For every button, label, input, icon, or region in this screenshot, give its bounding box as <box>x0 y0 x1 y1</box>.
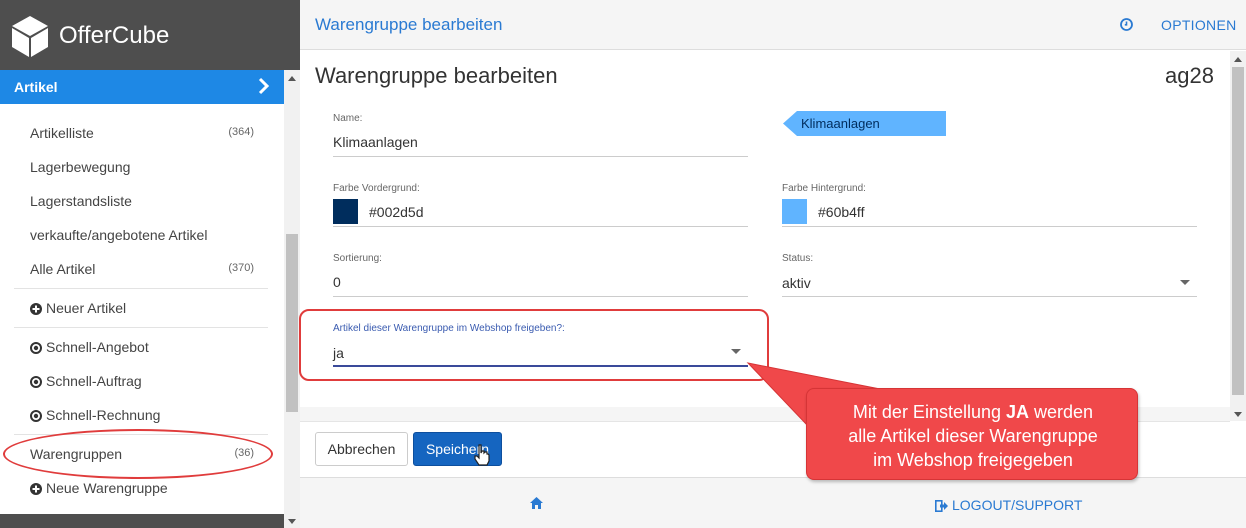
name-field[interactable]: Name: Klimaanlagen <box>333 113 748 158</box>
sort-label: Sortierung: <box>333 253 382 264</box>
sidebar-item-verkaufte-artikel[interactable]: verkaufte/angebotene Artikel <box>30 227 260 247</box>
brand-bar: OfferCube <box>0 0 300 70</box>
callout-line1-post: werden <box>1029 402 1094 422</box>
status-label: Status: <box>782 253 814 264</box>
status-underline <box>782 296 1197 297</box>
sidebar-item-label: Lagerstandsliste <box>30 193 132 209</box>
page-title: Warengruppe bearbeiten <box>315 63 558 88</box>
cube-logo-icon <box>12 16 48 57</box>
sidebar-bottom-bar <box>0 514 284 528</box>
foreground-color-label: Farbe Vordergrund: <box>333 183 420 194</box>
name-input[interactable]: Klimaanlagen <box>333 134 418 150</box>
sidebar-item-count: (364) <box>228 126 254 138</box>
tag-preview: Klimaanlagen <box>783 111 946 136</box>
callout-line3: im Webshop freigegeben <box>873 450 1073 470</box>
sidebar-item-label: Neuer Artikel <box>46 300 127 316</box>
dot-circle-icon <box>30 410 42 422</box>
sidebar-item-neuer-artikel[interactable]: Neuer Artikel <box>30 300 260 320</box>
sort-underline <box>333 296 748 297</box>
scroll-down-arrow-icon[interactable] <box>1234 412 1242 417</box>
sidebar-item-label: Alle Artikel <box>30 261 96 277</box>
main-scrollbar[interactable] <box>1230 51 1246 421</box>
brand-name[interactable]: OfferCube <box>59 22 169 50</box>
sidebar-item-schnell-auftrag[interactable]: Schnell-Auftrag <box>30 373 260 393</box>
status-select[interactable]: aktiv <box>782 275 811 291</box>
group-code: ag28 <box>1165 63 1214 88</box>
sort-field[interactable]: Sortierung: 0 <box>333 253 748 298</box>
sidebar-item-schnell-angebot[interactable]: Schnell-Angebot <box>30 339 260 359</box>
scroll-down-arrow-icon[interactable] <box>288 519 296 524</box>
sidebar-divider <box>14 288 268 289</box>
sidebar-item-alle-artikel[interactable]: Alle Artikel (370) <box>30 261 260 281</box>
foreground-color-input[interactable]: #002d5d <box>369 204 424 220</box>
status-field[interactable]: Status: aktiv <box>782 253 1197 298</box>
chevron-right-icon <box>258 77 270 95</box>
background-color-swatch[interactable] <box>782 199 807 224</box>
sidebar-item-label: Schnell-Rechnung <box>46 407 161 423</box>
sign-out-icon <box>935 500 948 512</box>
background-color-input[interactable]: #60b4ff <box>818 204 864 220</box>
tag-preview-label: Klimaanlagen <box>801 116 880 131</box>
bottom-bar: LOGOUT/SUPPORT <box>300 477 1246 528</box>
callout-line1-bold: JA <box>1006 402 1030 422</box>
plus-circle-icon <box>30 303 42 315</box>
main-scroll-thumb[interactable] <box>1232 67 1244 395</box>
sidebar-item-label: verkaufte/angebotene Artikel <box>30 227 208 243</box>
clock-icon[interactable] <box>1120 18 1133 31</box>
sidebar-item-lagerbewegung[interactable]: Lagerbewegung <box>30 159 260 179</box>
sidebar-item-neue-warengruppe[interactable]: Neue Warengruppe <box>30 480 260 500</box>
annotation-highlight-box <box>299 309 769 381</box>
dot-circle-icon <box>30 342 42 354</box>
sidebar-item-schnell-rechnung[interactable]: Schnell-Rechnung <box>30 407 260 427</box>
sidebar-item-artikelliste[interactable]: Artikelliste (364) <box>30 125 260 145</box>
options-menu-button[interactable]: OPTIONEN <box>1161 17 1237 33</box>
sidebar-item-label: Lagerbewegung <box>30 159 131 175</box>
annotation-callout: Mit der Einstellung JA werden alle Artik… <box>806 388 1138 480</box>
annotation-oval-warengruppen <box>3 429 273 479</box>
scroll-up-arrow-icon[interactable] <box>1234 57 1242 62</box>
background-color-field[interactable]: Farbe Hintergrund: #60b4ff <box>782 183 1197 228</box>
sort-input[interactable]: 0 <box>333 274 341 290</box>
background-color-label: Farbe Hintergrund: <box>782 183 866 194</box>
logout-support-label: LOGOUT/SUPPORT <box>952 497 1083 513</box>
callout-line1-pre: Mit der Einstellung <box>852 402 1006 422</box>
sidebar-scrollbar[interactable] <box>284 70 300 528</box>
callout-text: Mit der Einstellung JA werden alle Artik… <box>807 400 1139 472</box>
sidebar-section-artikel[interactable]: Artikel <box>0 70 284 104</box>
foreground-color-underline <box>333 226 748 227</box>
sidebar-item-label: Schnell-Auftrag <box>46 373 142 389</box>
hand-cursor-icon <box>474 444 490 466</box>
topbar: Warengruppe bearbeiten OPTIONEN <box>300 0 1246 50</box>
sidebar-scroll-thumb[interactable] <box>286 234 298 412</box>
scroll-up-arrow-icon[interactable] <box>288 76 296 81</box>
cancel-button[interactable]: Abbrechen <box>315 432 408 466</box>
chevron-down-icon[interactable] <box>1180 280 1190 285</box>
sidebar-item-label: Neue Warengruppe <box>46 480 168 496</box>
sidebar-item-label: Schnell-Angebot <box>46 339 149 355</box>
sidebar-item-count: (370) <box>228 262 254 274</box>
foreground-color-field[interactable]: Farbe Vordergrund: #002d5d <box>333 183 748 228</box>
background-color-underline <box>782 226 1197 227</box>
sidebar-divider <box>14 327 268 328</box>
dot-circle-icon <box>30 376 42 388</box>
sidebar-item-label: Artikelliste <box>30 125 94 141</box>
topbar-title: Warengruppe bearbeiten <box>315 15 503 34</box>
plus-circle-icon <box>30 483 42 495</box>
name-label: Name: <box>333 113 363 124</box>
foreground-color-swatch[interactable] <box>333 199 358 224</box>
callout-line2: alle Artikel dieser Warengruppe <box>848 426 1098 446</box>
sidebar-section-label: Artikel <box>14 79 58 95</box>
home-icon[interactable] <box>530 497 543 509</box>
name-underline <box>333 156 748 157</box>
logout-support-link[interactable]: LOGOUT/SUPPORT <box>935 497 1082 513</box>
sidebar-item-lagerstandsliste[interactable]: Lagerstandsliste <box>30 193 260 213</box>
